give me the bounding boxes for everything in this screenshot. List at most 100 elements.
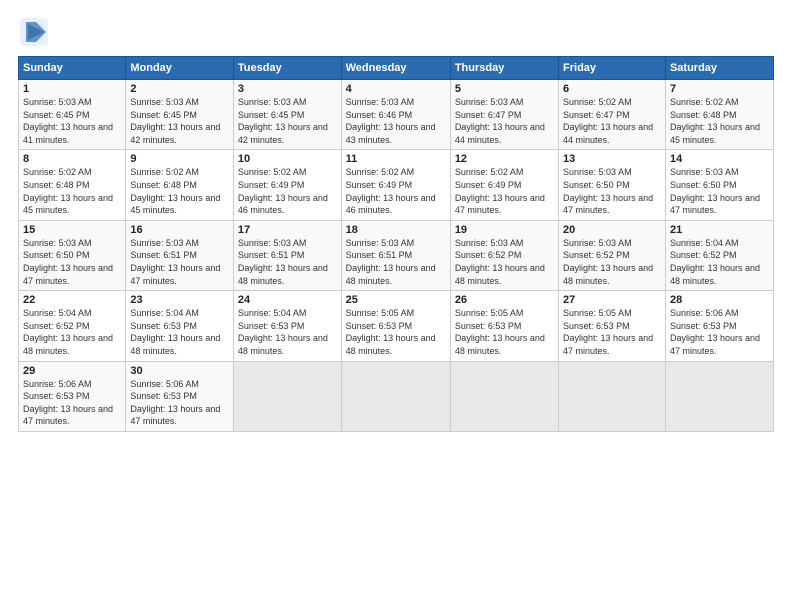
day-number: 25 — [346, 294, 446, 306]
day-number: 11 — [346, 153, 446, 165]
day-detail: Sunrise: 5:05 AM Sunset: 6:53 PM Dayligh… — [346, 307, 446, 357]
calendar-cell — [233, 361, 341, 431]
day-detail: Sunrise: 5:04 AM Sunset: 6:53 PM Dayligh… — [130, 307, 229, 357]
day-number: 19 — [455, 224, 554, 236]
calendar-week-1: 1 Sunrise: 5:03 AM Sunset: 6:45 PM Dayli… — [19, 80, 774, 150]
day-detail: Sunrise: 5:03 AM Sunset: 6:52 PM Dayligh… — [455, 237, 554, 287]
day-number: 23 — [130, 294, 229, 306]
day-detail: Sunrise: 5:03 AM Sunset: 6:45 PM Dayligh… — [238, 96, 337, 146]
day-detail: Sunrise: 5:04 AM Sunset: 6:53 PM Dayligh… — [238, 307, 337, 357]
calendar-cell: 13 Sunrise: 5:03 AM Sunset: 6:50 PM Dayl… — [559, 150, 666, 220]
calendar-cell: 26 Sunrise: 5:05 AM Sunset: 6:53 PM Dayl… — [450, 291, 558, 361]
calendar-cell: 5 Sunrise: 5:03 AM Sunset: 6:47 PM Dayli… — [450, 80, 558, 150]
day-detail: Sunrise: 5:06 AM Sunset: 6:53 PM Dayligh… — [130, 378, 229, 428]
calendar-cell: 10 Sunrise: 5:02 AM Sunset: 6:49 PM Dayl… — [233, 150, 341, 220]
day-number: 29 — [23, 365, 121, 377]
calendar-cell: 6 Sunrise: 5:02 AM Sunset: 6:47 PM Dayli… — [559, 80, 666, 150]
calendar-cell: 30 Sunrise: 5:06 AM Sunset: 6:53 PM Dayl… — [126, 361, 234, 431]
day-number: 22 — [23, 294, 121, 306]
day-detail: Sunrise: 5:02 AM Sunset: 6:48 PM Dayligh… — [130, 166, 229, 216]
day-number: 14 — [670, 153, 769, 165]
day-number: 16 — [130, 224, 229, 236]
day-number: 18 — [346, 224, 446, 236]
day-number: 12 — [455, 153, 554, 165]
day-number: 13 — [563, 153, 661, 165]
calendar-cell: 9 Sunrise: 5:02 AM Sunset: 6:48 PM Dayli… — [126, 150, 234, 220]
calendar-cell — [559, 361, 666, 431]
calendar-table: SundayMondayTuesdayWednesdayThursdayFrid… — [18, 56, 774, 432]
day-detail: Sunrise: 5:05 AM Sunset: 6:53 PM Dayligh… — [455, 307, 554, 357]
day-detail: Sunrise: 5:02 AM Sunset: 6:47 PM Dayligh… — [563, 96, 661, 146]
day-header-tuesday: Tuesday — [233, 57, 341, 80]
day-number: 2 — [130, 83, 229, 95]
calendar-cell: 4 Sunrise: 5:03 AM Sunset: 6:46 PM Dayli… — [341, 80, 450, 150]
calendar-week-5: 29 Sunrise: 5:06 AM Sunset: 6:53 PM Dayl… — [19, 361, 774, 431]
calendar-cell — [341, 361, 450, 431]
day-detail: Sunrise: 5:03 AM Sunset: 6:50 PM Dayligh… — [563, 166, 661, 216]
day-header-wednesday: Wednesday — [341, 57, 450, 80]
day-number: 24 — [238, 294, 337, 306]
day-number: 21 — [670, 224, 769, 236]
calendar-week-2: 8 Sunrise: 5:02 AM Sunset: 6:48 PM Dayli… — [19, 150, 774, 220]
day-detail: Sunrise: 5:03 AM Sunset: 6:45 PM Dayligh… — [130, 96, 229, 146]
day-header-monday: Monday — [126, 57, 234, 80]
day-header-thursday: Thursday — [450, 57, 558, 80]
calendar-cell: 16 Sunrise: 5:03 AM Sunset: 6:51 PM Dayl… — [126, 220, 234, 290]
day-number: 20 — [563, 224, 661, 236]
header — [18, 16, 774, 48]
day-header-friday: Friday — [559, 57, 666, 80]
calendar-header: SundayMondayTuesdayWednesdayThursdayFrid… — [19, 57, 774, 80]
day-detail: Sunrise: 5:06 AM Sunset: 6:53 PM Dayligh… — [670, 307, 769, 357]
day-number: 9 — [130, 153, 229, 165]
calendar-cell: 12 Sunrise: 5:02 AM Sunset: 6:49 PM Dayl… — [450, 150, 558, 220]
day-detail: Sunrise: 5:06 AM Sunset: 6:53 PM Dayligh… — [23, 378, 121, 428]
calendar-cell: 8 Sunrise: 5:02 AM Sunset: 6:48 PM Dayli… — [19, 150, 126, 220]
day-number: 5 — [455, 83, 554, 95]
calendar-body: 1 Sunrise: 5:03 AM Sunset: 6:45 PM Dayli… — [19, 80, 774, 432]
day-detail: Sunrise: 5:03 AM Sunset: 6:51 PM Dayligh… — [130, 237, 229, 287]
page: SundayMondayTuesdayWednesdayThursdayFrid… — [0, 0, 792, 612]
logo-icon — [18, 16, 50, 48]
day-number: 1 — [23, 83, 121, 95]
calendar-cell: 21 Sunrise: 5:04 AM Sunset: 6:52 PM Dayl… — [665, 220, 773, 290]
day-number: 10 — [238, 153, 337, 165]
day-number: 15 — [23, 224, 121, 236]
day-header-sunday: Sunday — [19, 57, 126, 80]
calendar-cell: 15 Sunrise: 5:03 AM Sunset: 6:50 PM Dayl… — [19, 220, 126, 290]
calendar-week-4: 22 Sunrise: 5:04 AM Sunset: 6:52 PM Dayl… — [19, 291, 774, 361]
day-number: 7 — [670, 83, 769, 95]
calendar-cell: 20 Sunrise: 5:03 AM Sunset: 6:52 PM Dayl… — [559, 220, 666, 290]
day-header-saturday: Saturday — [665, 57, 773, 80]
day-number: 3 — [238, 83, 337, 95]
day-detail: Sunrise: 5:02 AM Sunset: 6:49 PM Dayligh… — [455, 166, 554, 216]
day-number: 6 — [563, 83, 661, 95]
day-detail: Sunrise: 5:03 AM Sunset: 6:50 PM Dayligh… — [23, 237, 121, 287]
calendar-cell: 29 Sunrise: 5:06 AM Sunset: 6:53 PM Dayl… — [19, 361, 126, 431]
day-number: 27 — [563, 294, 661, 306]
day-detail: Sunrise: 5:02 AM Sunset: 6:49 PM Dayligh… — [238, 166, 337, 216]
calendar-cell: 14 Sunrise: 5:03 AM Sunset: 6:50 PM Dayl… — [665, 150, 773, 220]
day-number: 26 — [455, 294, 554, 306]
calendar-cell: 24 Sunrise: 5:04 AM Sunset: 6:53 PM Dayl… — [233, 291, 341, 361]
calendar-cell: 11 Sunrise: 5:02 AM Sunset: 6:49 PM Dayl… — [341, 150, 450, 220]
day-detail: Sunrise: 5:03 AM Sunset: 6:51 PM Dayligh… — [238, 237, 337, 287]
logo — [18, 16, 52, 48]
day-number: 17 — [238, 224, 337, 236]
day-detail: Sunrise: 5:04 AM Sunset: 6:52 PM Dayligh… — [670, 237, 769, 287]
calendar-cell: 22 Sunrise: 5:04 AM Sunset: 6:52 PM Dayl… — [19, 291, 126, 361]
day-detail: Sunrise: 5:05 AM Sunset: 6:53 PM Dayligh… — [563, 307, 661, 357]
calendar-cell — [665, 361, 773, 431]
calendar-cell: 3 Sunrise: 5:03 AM Sunset: 6:45 PM Dayli… — [233, 80, 341, 150]
day-number: 30 — [130, 365, 229, 377]
calendar-cell: 19 Sunrise: 5:03 AM Sunset: 6:52 PM Dayl… — [450, 220, 558, 290]
calendar-cell — [450, 361, 558, 431]
calendar-cell: 28 Sunrise: 5:06 AM Sunset: 6:53 PM Dayl… — [665, 291, 773, 361]
day-number: 8 — [23, 153, 121, 165]
calendar-cell: 1 Sunrise: 5:03 AM Sunset: 6:45 PM Dayli… — [19, 80, 126, 150]
calendar-cell: 2 Sunrise: 5:03 AM Sunset: 6:45 PM Dayli… — [126, 80, 234, 150]
calendar-week-3: 15 Sunrise: 5:03 AM Sunset: 6:50 PM Dayl… — [19, 220, 774, 290]
calendar-cell: 17 Sunrise: 5:03 AM Sunset: 6:51 PM Dayl… — [233, 220, 341, 290]
calendar-cell: 18 Sunrise: 5:03 AM Sunset: 6:51 PM Dayl… — [341, 220, 450, 290]
day-detail: Sunrise: 5:03 AM Sunset: 6:51 PM Dayligh… — [346, 237, 446, 287]
calendar-cell: 25 Sunrise: 5:05 AM Sunset: 6:53 PM Dayl… — [341, 291, 450, 361]
